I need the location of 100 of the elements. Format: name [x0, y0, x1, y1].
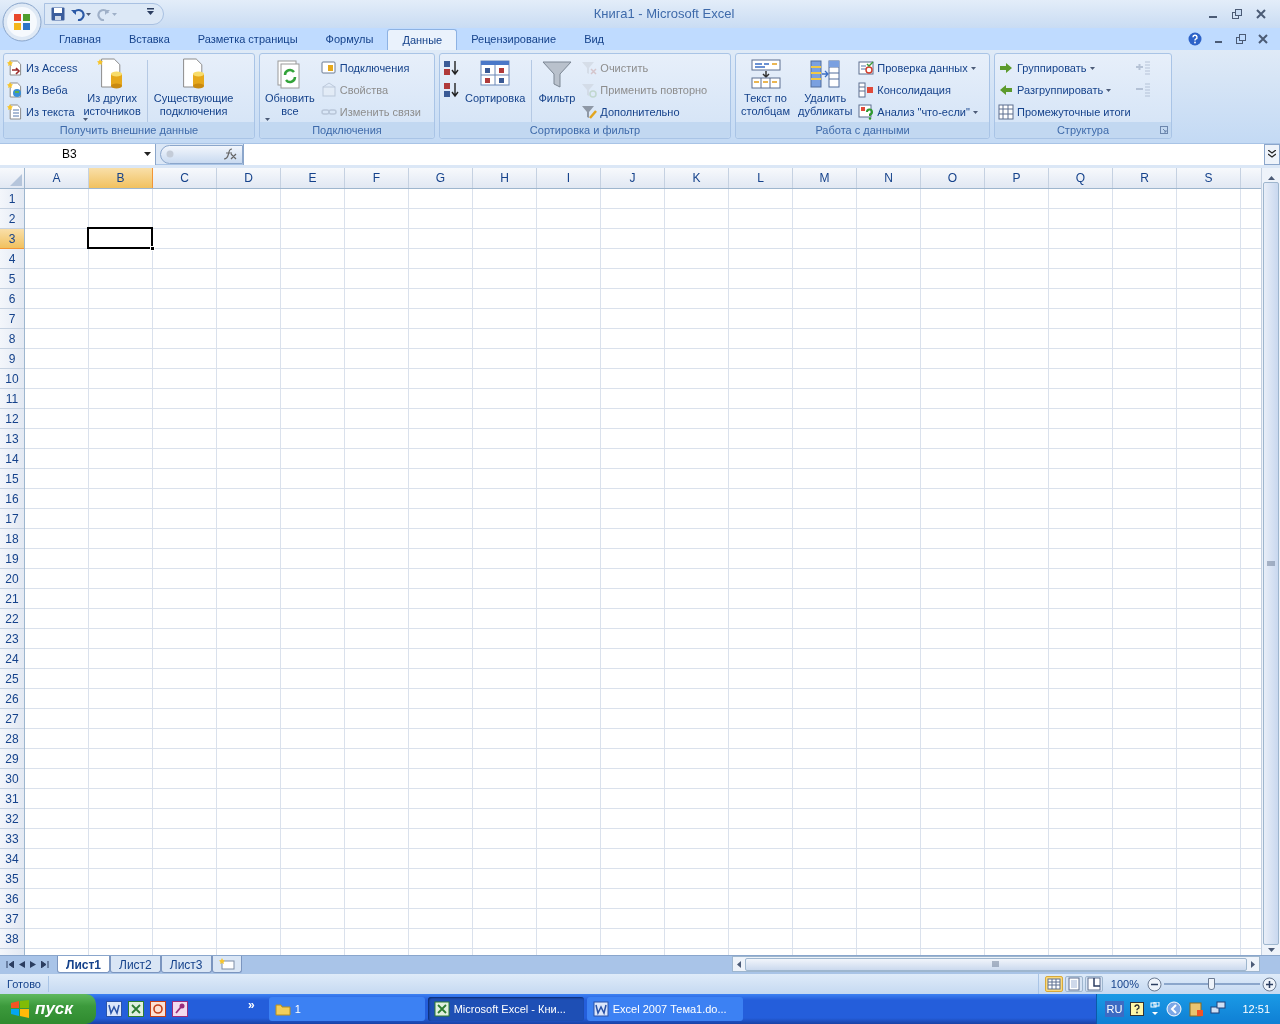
customize-caret-icon[interactable] [147, 8, 154, 15]
help-icon[interactable] [1130, 1002, 1145, 1016]
zoom-out-icon[interactable] [1147, 976, 1162, 992]
ribbon-button[interactable]: Фильтр [536, 56, 578, 122]
row-header[interactable]: 20 [0, 569, 24, 589]
row-header[interactable]: 16 [0, 489, 24, 509]
row-header[interactable]: 17 [0, 509, 24, 529]
row-header[interactable]: 23 [0, 629, 24, 649]
ribbon-button[interactable]: Из других источников [81, 56, 143, 122]
row-header[interactable]: 22 [0, 609, 24, 629]
row-header[interactable]: 28 [0, 729, 24, 749]
icon-button[interactable] [443, 60, 459, 76]
row-header[interactable]: 8 [0, 329, 24, 349]
horizontal-scrollbar[interactable] [731, 956, 1260, 972]
row-header[interactable]: 12 [0, 409, 24, 429]
row-header[interactable]: 36 [0, 889, 24, 909]
network-icon[interactable] [1210, 1001, 1227, 1017]
row-header[interactable]: 27 [0, 709, 24, 729]
ribbon-button[interactable]: Обновить все [263, 56, 317, 122]
column-header[interactable]: E [281, 168, 345, 188]
ribbon-button[interactable]: Проверка данных [858, 60, 978, 76]
row-header[interactable]: 11 [0, 389, 24, 409]
row-header[interactable]: 9 [0, 349, 24, 369]
view-button[interactable] [1044, 976, 1063, 992]
expand-formula-button[interactable] [1264, 143, 1280, 165]
row-header[interactable]: 21 [0, 589, 24, 609]
presentation-icon[interactable] [150, 1001, 166, 1017]
ribbon-button[interactable]: Разгруппировать [998, 82, 1131, 98]
spreadsheet-icon[interactable] [128, 1001, 144, 1017]
row-header[interactable]: 14 [0, 449, 24, 469]
sheet-tab[interactable]: Лист2 [110, 956, 161, 973]
column-header[interactable]: H [473, 168, 537, 188]
dialog-launcher-icon[interactable] [1160, 126, 1168, 134]
ribbon-button[interactable]: Подключения [320, 60, 421, 76]
language-indicator[interactable]: RU [1104, 1000, 1125, 1018]
row-header[interactable]: 6 [0, 289, 24, 309]
taskbar-button[interactable]: Microsoft Excel - Кни... [427, 997, 584, 1021]
column-header[interactable]: D [217, 168, 281, 188]
column-header[interactable]: F [345, 168, 409, 188]
row-header[interactable]: 4 [0, 249, 24, 269]
column-header[interactable]: Q [1049, 168, 1113, 188]
sheet-tab[interactable]: Лист1 [57, 956, 111, 973]
ribbon-button[interactable]: Из текста [7, 104, 78, 120]
row-header[interactable]: 15 [0, 469, 24, 489]
row-header[interactable]: 33 [0, 829, 24, 849]
down-arrow-icon[interactable] [1267, 948, 1275, 952]
vertical-scrollbar[interactable] [1261, 168, 1280, 955]
ribbon-tab[interactable]: Рецензирование [457, 29, 571, 50]
formula-input[interactable] [243, 143, 1264, 165]
previous-sheet-icon[interactable] [19, 960, 25, 968]
row-header[interactable]: 29 [0, 749, 24, 769]
word-document-icon[interactable] [106, 1001, 122, 1017]
row-header[interactable]: 31 [0, 789, 24, 809]
left-arrow-icon[interactable] [736, 960, 741, 968]
overflow-chevron[interactable]: » [188, 994, 269, 1014]
row-header[interactable]: 3 [0, 229, 24, 249]
row-header[interactable]: 7 [0, 309, 24, 329]
start-button[interactable]: пуск [0, 994, 96, 1024]
row-header[interactable]: 25 [0, 669, 24, 689]
icon-button[interactable] [443, 82, 459, 98]
sheet-tab[interactable]: Лист3 [160, 956, 212, 973]
column-header[interactable]: K [665, 168, 729, 188]
column-header[interactable]: O [921, 168, 985, 188]
row-header[interactable]: 24 [0, 649, 24, 669]
ribbon-button[interactable]: Группировать [998, 60, 1131, 76]
dropdown-caret-icon[interactable] [144, 152, 151, 156]
column-header[interactable]: S [1177, 168, 1241, 188]
column-header[interactable]: J [601, 168, 665, 188]
ribbon-button[interactable]: Из Веба [7, 82, 78, 98]
column-header[interactable]: C [153, 168, 217, 188]
ribbon-button[interactable]: Промежуточные итоги [998, 104, 1131, 120]
ribbon-button[interactable]: Удалить дубликаты [796, 56, 855, 122]
column-header[interactable]: I [537, 168, 601, 188]
row-header[interactable]: 32 [0, 809, 24, 829]
column-header[interactable]: M [793, 168, 857, 188]
row-header[interactable]: 10 [0, 369, 24, 389]
save-icon[interactable] [51, 7, 65, 21]
ribbon-tab[interactable]: Формулы [311, 29, 388, 50]
ribbon-tab[interactable]: Разметка страницы [183, 29, 312, 50]
cell-grid[interactable] [25, 189, 1261, 955]
row-header[interactable]: 26 [0, 689, 24, 709]
ribbon-button[interactable]: Сортировка [463, 56, 528, 122]
column-header[interactable]: B [89, 168, 153, 188]
restore-caret-icon[interactable] [1150, 1002, 1161, 1016]
view-button[interactable] [1084, 976, 1103, 992]
column-header[interactable]: R [1113, 168, 1177, 188]
row-header[interactable]: 5 [0, 269, 24, 289]
close-icon[interactable] [1258, 34, 1268, 44]
taskbar-button[interactable]: Excel 2007 Тема1.do... [586, 997, 743, 1021]
row-header[interactable]: 37 [0, 909, 24, 929]
close-icon[interactable] [1256, 9, 1266, 19]
name-box[interactable]: B3 [0, 143, 156, 165]
ribbon-button[interactable]: Текст по столбцам [739, 56, 792, 122]
ribbon-tab[interactable]: Главная [45, 29, 115, 50]
taskbar-button[interactable]: 1 [268, 997, 425, 1021]
key-icon[interactable] [172, 1001, 188, 1017]
column-header[interactable]: N [857, 168, 921, 188]
last-sheet-icon[interactable] [41, 960, 49, 968]
restore-icon[interactable] [1232, 9, 1242, 19]
column-header[interactable]: L [729, 168, 793, 188]
